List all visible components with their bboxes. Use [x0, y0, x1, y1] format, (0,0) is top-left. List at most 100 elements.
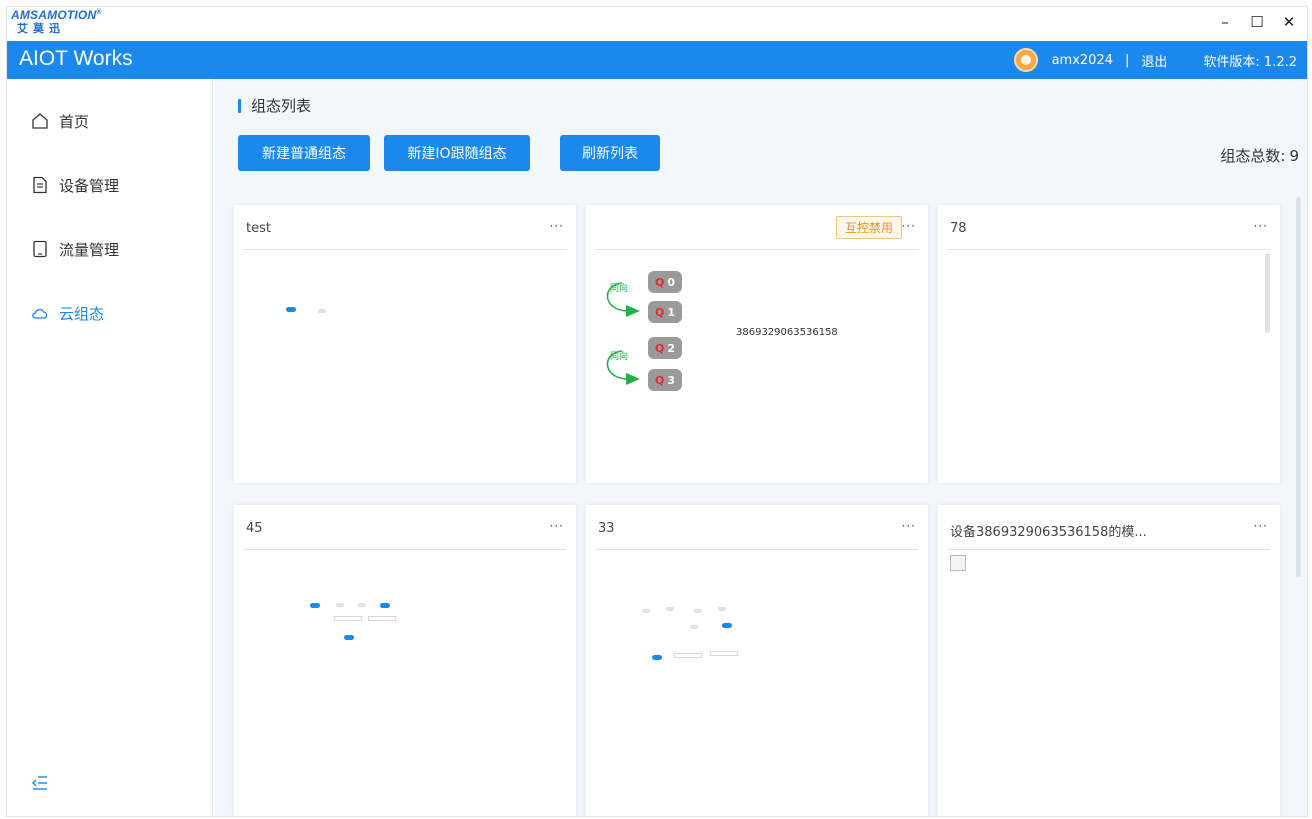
- logo-chinese-name: 艾莫迅: [17, 22, 65, 35]
- divider: [948, 549, 1270, 550]
- link-label: 同向: [610, 284, 629, 294]
- cloud-icon: [31, 304, 49, 322]
- input-preview: [710, 651, 738, 656]
- toggle-preview: [722, 623, 732, 628]
- toggle-preview: [286, 307, 296, 312]
- logo: AMSAMOTION® 艾莫迅: [11, 8, 131, 40]
- logo-brand: AMSAMOTION: [11, 8, 97, 22]
- page-title: 组态列表: [238, 95, 311, 116]
- app-window: AMSAMOTION® 艾莫迅 – ☐ ✕ AIOT Works amx2024…: [6, 6, 1308, 817]
- config-count: 组态总数: 9: [1216, 145, 1299, 166]
- more-options-icon[interactable]: ···: [550, 219, 564, 233]
- card-title: test: [246, 221, 271, 236]
- title-bar: AMSAMOTION® 艾莫迅 – ☐ ✕: [7, 7, 1307, 41]
- divider: [244, 249, 566, 250]
- node-index: 0: [667, 275, 675, 289]
- toggle-preview: [690, 625, 698, 629]
- separator: |: [1125, 52, 1130, 68]
- config-count-label: 组态总数:: [1220, 147, 1286, 165]
- more-options-icon[interactable]: ···: [1254, 519, 1268, 533]
- sidebar-item-home[interactable]: 首页: [31, 109, 89, 133]
- sidebar-item-cloud-config[interactable]: 云组态: [31, 301, 104, 325]
- link-label: 同向: [610, 352, 629, 362]
- new-io-follow-config-button[interactable]: 新建IO跟随组态: [384, 135, 530, 171]
- divider: [244, 549, 566, 550]
- app-title: AIOT Works: [19, 47, 133, 70]
- avatar[interactable]: [1013, 48, 1038, 72]
- broken-image-icon: [950, 555, 966, 571]
- card-title: 设备3869329063536158的模...: [950, 525, 1147, 540]
- software-version: 软件版本: 1.2.2: [1203, 54, 1297, 70]
- new-normal-config-button[interactable]: 新建普通组态: [238, 135, 370, 171]
- output-node: Q0: [648, 271, 682, 293]
- sidebar-item-label: 云组态: [59, 304, 105, 323]
- toggle-preview: [666, 607, 674, 611]
- input-preview: [674, 653, 702, 658]
- toggle-preview: [694, 609, 702, 613]
- config-card[interactable]: 78 ···: [938, 205, 1280, 483]
- toggle-preview: [336, 603, 344, 607]
- output-node: Q3: [648, 369, 682, 391]
- node-index: 1: [667, 305, 675, 319]
- more-options-icon[interactable]: ···: [902, 219, 916, 233]
- status-badge: 互控禁用: [835, 216, 902, 239]
- node-prefix: Q: [654, 305, 665, 319]
- main-content: 组态列表 新建普通组态 新建IO跟随组态 刷新列表 组态总数: 9 test ··…: [214, 79, 1307, 816]
- output-node: Q2: [648, 337, 682, 359]
- app-header: AIOT Works amx2024 | 退出 软件版本: 1.2.2: [7, 41, 1307, 79]
- logout-link[interactable]: 退出: [1141, 51, 1167, 70]
- collapse-menu-icon[interactable]: [31, 774, 49, 792]
- main-scrollbar[interactable]: [1296, 197, 1301, 577]
- node-prefix: Q: [654, 373, 665, 387]
- minimize-button[interactable]: –: [1213, 13, 1237, 31]
- divider: [596, 549, 918, 550]
- config-card[interactable]: 设备3869329063536158的模... ···: [938, 505, 1280, 816]
- sidebar-item-device-management[interactable]: 设备管理: [31, 173, 119, 197]
- node-index: 3: [667, 373, 675, 387]
- page-title-text: 组态列表: [251, 97, 312, 115]
- node-prefix: Q: [654, 275, 665, 289]
- config-card-grid: test ··· 互控禁用 ··· 同向 同向 Q 0 Q 1 Q 2 Q 3 …: [214, 197, 1307, 816]
- device-id-text: 3869329063536158: [736, 327, 838, 338]
- card-title: 33: [598, 521, 615, 536]
- config-card[interactable]: test ···: [234, 205, 576, 483]
- toggle-preview: [380, 603, 390, 608]
- input-preview: [334, 616, 362, 621]
- sidebar-item-label: 设备管理: [59, 176, 120, 195]
- card-title: 45: [246, 521, 263, 536]
- more-options-icon[interactable]: ···: [550, 519, 564, 533]
- output-node: Q1: [648, 301, 682, 323]
- card-scrollbar[interactable]: [1265, 253, 1270, 333]
- divider: [596, 249, 918, 250]
- node-index: 2: [667, 341, 675, 355]
- toggle-preview: [310, 603, 320, 608]
- more-options-icon[interactable]: ···: [902, 519, 916, 533]
- refresh-list-button[interactable]: 刷新列表: [560, 135, 660, 171]
- sidebar-item-traffic-management[interactable]: 流量管理: [31, 237, 119, 261]
- toggle-preview: [718, 607, 726, 611]
- logo-registered-mark: ®: [96, 9, 102, 16]
- more-options-icon[interactable]: ···: [1254, 219, 1268, 233]
- node-prefix: Q: [654, 341, 665, 355]
- toggle-preview: [344, 635, 354, 640]
- maximize-button[interactable]: ☐: [1245, 13, 1269, 31]
- sidebar-item-label: 首页: [59, 112, 90, 131]
- toggle-preview: [652, 655, 662, 660]
- sidebar: 首页 设备管理 流量管理 云组态: [7, 79, 213, 816]
- card-title: 78: [950, 221, 967, 236]
- config-card[interactable]: 45 ···: [234, 505, 576, 816]
- config-count-value: 9: [1289, 147, 1299, 165]
- config-card[interactable]: 互控禁用 ··· 同向 同向 Q0 Q1 Q2 Q3 3869329063536…: [586, 205, 928, 483]
- title-marker: [238, 98, 241, 113]
- toggle-preview: [358, 603, 366, 607]
- input-preview: [368, 616, 396, 621]
- username: amx2024: [1051, 52, 1113, 68]
- sidebar-item-label: 流量管理: [59, 240, 120, 259]
- toggle-preview: [642, 609, 650, 613]
- divider: [948, 249, 1270, 250]
- config-card[interactable]: 33 ···: [586, 505, 928, 816]
- toggle-preview: [318, 309, 326, 313]
- home-icon: [31, 112, 49, 130]
- phone-icon: [31, 240, 49, 258]
- close-button[interactable]: ✕: [1277, 13, 1301, 31]
